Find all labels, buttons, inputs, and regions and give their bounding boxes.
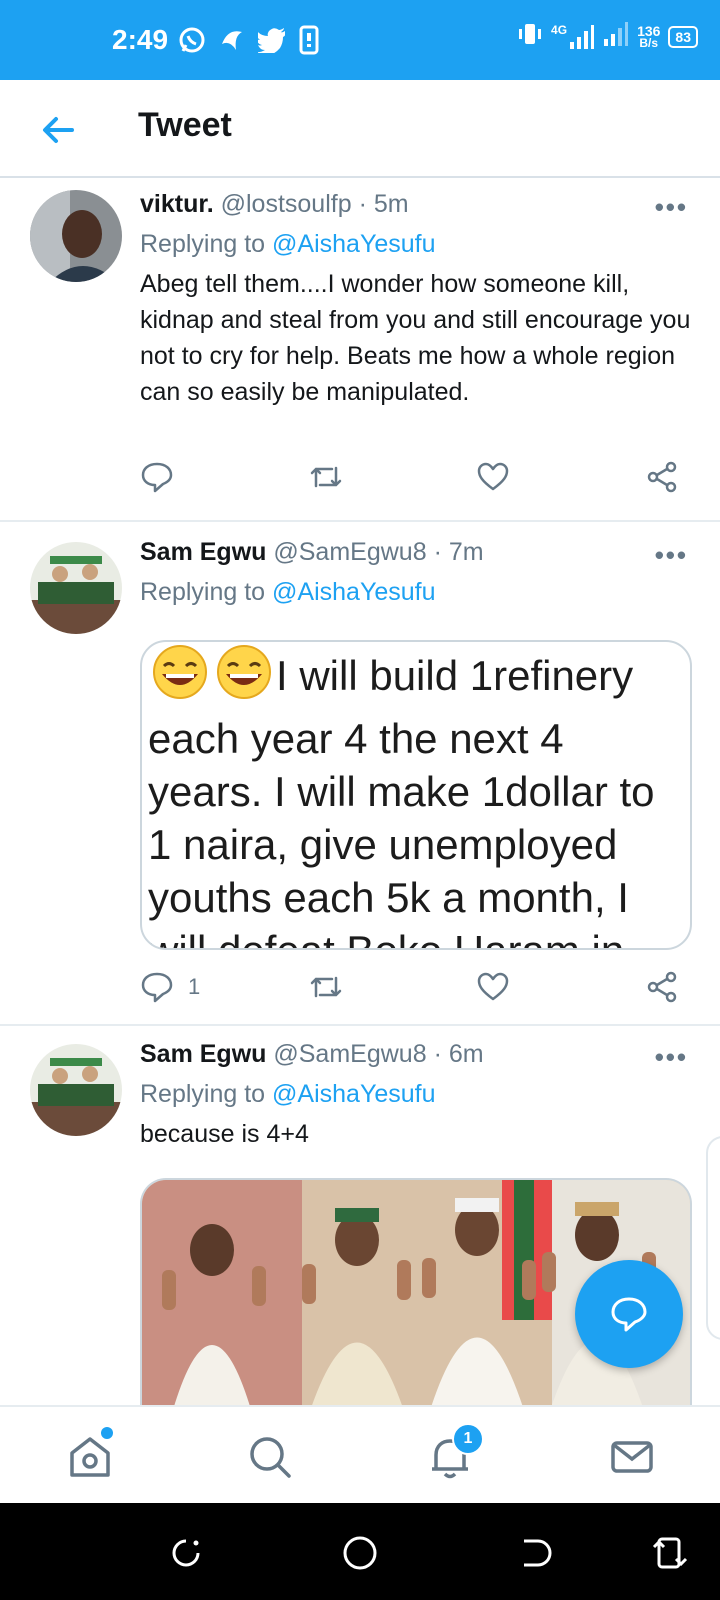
tweet[interactable]: viktur. @lostsoulfp · 5m ••• Replying to… [0, 178, 720, 522]
scroll-edge-handle[interactable] [706, 1136, 720, 1340]
user-handle[interactable]: @SamEgwu8 [273, 538, 426, 566]
replying-to-link[interactable]: @AishaYesufu [272, 230, 435, 258]
like-button[interactable] [476, 460, 510, 494]
more-options-icon[interactable]: ••• [655, 1042, 688, 1073]
tweet[interactable]: Sam Egwu @SamEgwu8 · 7m ••• Replying to … [0, 520, 720, 1026]
rotate-screen-icon[interactable] [650, 1533, 690, 1573]
heart-icon [477, 972, 509, 1001]
replying-label: Replying to [140, 1080, 266, 1108]
signal-icon [603, 21, 629, 52]
user-name[interactable]: Sam Egwu [140, 1040, 266, 1068]
messages-envelope-icon[interactable] [608, 1433, 656, 1481]
reply-button[interactable] [140, 460, 174, 494]
tweet-time: 5m [373, 190, 409, 218]
heart-icon [477, 462, 509, 491]
notification-badge: 1 [452, 1423, 484, 1455]
user-handle[interactable]: @lostsoulfp [221, 190, 352, 218]
back-arrow-icon[interactable] [38, 110, 78, 150]
laughing-emoji-icon [148, 644, 212, 712]
image-content: I will build 1refinery each year 4 the n… [142, 642, 690, 948]
bottom-navigation: 1 [0, 1405, 720, 1505]
reply-bubble-icon [611, 1297, 647, 1332]
replying-label: Replying to [140, 578, 266, 606]
tweet-actions [140, 460, 695, 496]
reply-button[interactable]: 1 [140, 970, 200, 1004]
retweet-icon [310, 976, 342, 998]
more-options-icon[interactable]: ••• [655, 540, 688, 571]
tweet-media-image[interactable]: I will build 1refinery each year 4 the n… [140, 640, 692, 950]
share-button[interactable] [645, 460, 679, 494]
reply-count: 1 [188, 974, 201, 999]
replying-label: Replying to [140, 230, 266, 258]
tweet-time: 7m [448, 538, 484, 566]
avatar[interactable] [30, 190, 122, 282]
status-bar: 2:49 4G 136 B/s 83 [0, 0, 720, 80]
retweet-icon [310, 466, 342, 488]
retweet-button[interactable] [308, 460, 344, 494]
reply-icon [141, 462, 173, 493]
page-title: Tweet [138, 106, 232, 144]
app-notification-icon [218, 26, 246, 54]
back-icon[interactable] [516, 1533, 556, 1573]
separator: · [358, 190, 367, 218]
status-right: 4G 136 B/s 83 [517, 20, 698, 53]
user-name[interactable]: viktur. [140, 190, 214, 218]
status-time: 2:49 [112, 24, 169, 55]
home-icon[interactable] [66, 1433, 114, 1481]
phone-storage-icon [298, 25, 320, 55]
twitter-bird-icon [258, 27, 286, 53]
replying-to-link[interactable]: @AishaYesufu [272, 1080, 435, 1108]
more-options-icon[interactable]: ••• [655, 192, 688, 223]
share-button[interactable] [645, 970, 679, 1004]
home-circle-icon[interactable] [340, 1533, 380, 1573]
avatar[interactable] [30, 542, 122, 634]
signal-4g-icon: 4G [551, 24, 595, 50]
recent-apps-icon[interactable] [166, 1533, 206, 1573]
separator: · [433, 538, 442, 566]
search-icon[interactable] [246, 1433, 294, 1481]
laughing-emoji-icon [212, 644, 276, 712]
like-button[interactable] [476, 970, 510, 1004]
share-icon [647, 971, 677, 1003]
tweet-text: Abeg tell them....I wonder how someone k… [140, 270, 691, 406]
whatsapp-icon [178, 26, 206, 54]
tweet-actions: 1 [140, 970, 695, 1006]
separator: · [433, 1040, 442, 1068]
replying-to-link[interactable]: @AishaYesufu [272, 578, 435, 606]
retweet-button[interactable] [308, 970, 344, 1004]
user-handle[interactable]: @SamEgwu8 [273, 1040, 426, 1068]
avatar[interactable] [30, 1044, 122, 1136]
tweet-text: because is 4+4 [140, 1120, 309, 1148]
network-speed: 136 B/s [637, 22, 661, 50]
battery-indicator: 83 [668, 25, 698, 48]
tweet-time: 6m [448, 1040, 484, 1068]
user-name[interactable]: Sam Egwu [140, 538, 266, 566]
vibrate-icon [517, 20, 543, 53]
reply-icon [141, 972, 173, 1003]
compose-reply-button[interactable] [575, 1260, 683, 1368]
system-navigation-bar [0, 1503, 720, 1600]
share-icon [647, 461, 677, 493]
app-header: Tweet [0, 80, 720, 178]
